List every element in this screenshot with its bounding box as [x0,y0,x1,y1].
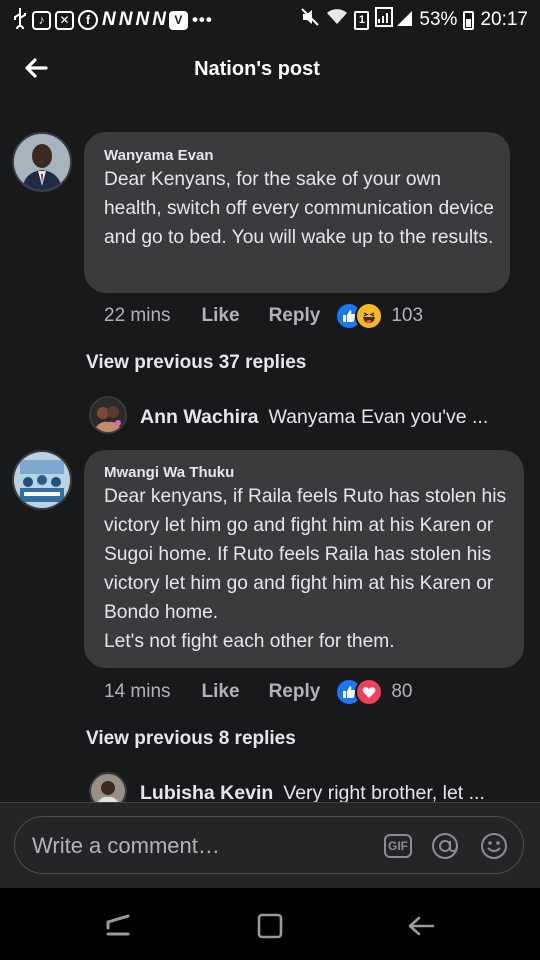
recent-apps-button[interactable] [102,910,134,942]
clock-time: 20:17 [480,9,528,30]
reply-author-name[interactable]: Ann Wachira [140,406,258,429]
emoji-button[interactable] [479,831,509,861]
usb-icon [12,7,28,34]
group-photo-icon [14,452,70,508]
facebook-icon: f [78,10,98,30]
comment-timestamp: 22 mins [104,305,171,326]
comment-meta: 14 mins Like Reply 80 [104,678,524,706]
comment-bubble[interactable]: Wanyama Evan Dear Kenyans, for the sake … [84,132,510,293]
tiktok-icon: ♪ [32,10,51,30]
n-app-icon: N [135,9,149,30]
reaction-count: 103 [391,305,424,326]
comment-input-placeholder: Write a comment… [32,833,220,858]
comment-bubble[interactable]: Mwangi Wa Thuku Dear kenyans, if Raila f… [84,450,524,668]
comment-author-avatar[interactable] [12,132,72,192]
battery-icon [463,10,475,30]
home-square-icon [257,913,283,939]
smiley-icon [481,833,507,859]
reply-preview-text: Wanyama Evan you've ... [268,405,489,428]
signal-icon [375,7,413,33]
person-photo-icon [91,398,125,432]
gif-button[interactable]: GIF [384,834,412,858]
reply-button[interactable]: Reply [269,681,321,703]
reply-author-avatar[interactable] [89,396,127,434]
comment-author-name[interactable]: Wanyama Evan [104,147,214,164]
recent-apps-icon [106,914,130,936]
reaction-summary[interactable]: 80 [335,678,412,706]
n-app-icon: N [102,9,116,30]
reaction-summary[interactable]: 103 [335,302,423,330]
love-reaction-icon [355,678,384,706]
n-app-icon: N [118,9,133,30]
message-icon: ✕ [55,10,74,30]
comment-text: Dear Kenyans, for the sake of your own h… [104,169,494,248]
haha-reaction-icon [355,302,384,330]
system-navigation-bar [0,888,540,960]
home-button[interactable] [254,910,286,942]
sim-icon: 1 [354,10,370,30]
v-app-icon: V [168,10,188,30]
reply-button[interactable]: Reply [269,305,321,327]
view-previous-replies-link[interactable]: View previous 8 replies [86,728,296,750]
comment-author-name[interactable]: Mwangi Wa Thuku [104,464,234,481]
status-system-icons: 1 53% 20:17 [300,7,528,33]
person-photo-icon [14,134,70,190]
back-arrow-icon [408,916,435,936]
view-previous-replies-link[interactable]: View previous 37 replies [86,352,306,374]
n-app-icon: N [152,9,166,30]
status-notification-icons: ♪ ✕ f N N N N V ••• [12,7,213,33]
at-sign-icon [432,833,458,859]
like-button[interactable]: Like [202,681,240,703]
comment-text: Dear kenyans, if Raila feels Ruto has st… [104,486,507,652]
status-bar: ♪ ✕ f N N N N V ••• 1 53% 20:17 [0,0,540,40]
more-icon: ••• [191,10,213,29]
system-back-button[interactable] [405,910,437,942]
comment-timestamp: 14 mins [104,681,171,702]
reaction-count: 80 [391,681,413,702]
comment-meta: 22 mins Like Reply 103 [104,302,524,330]
latest-reply[interactable]: Ann Wachira Wanyama Evan you've ... [140,403,510,431]
comment-author-avatar[interactable] [12,450,72,510]
mute-icon [300,7,320,33]
mention-button[interactable] [430,831,460,861]
wifi-icon [326,8,348,32]
like-button[interactable]: Like [202,305,240,327]
page-title: Nation's post [194,58,320,80]
battery-percent: 53% [419,9,458,30]
